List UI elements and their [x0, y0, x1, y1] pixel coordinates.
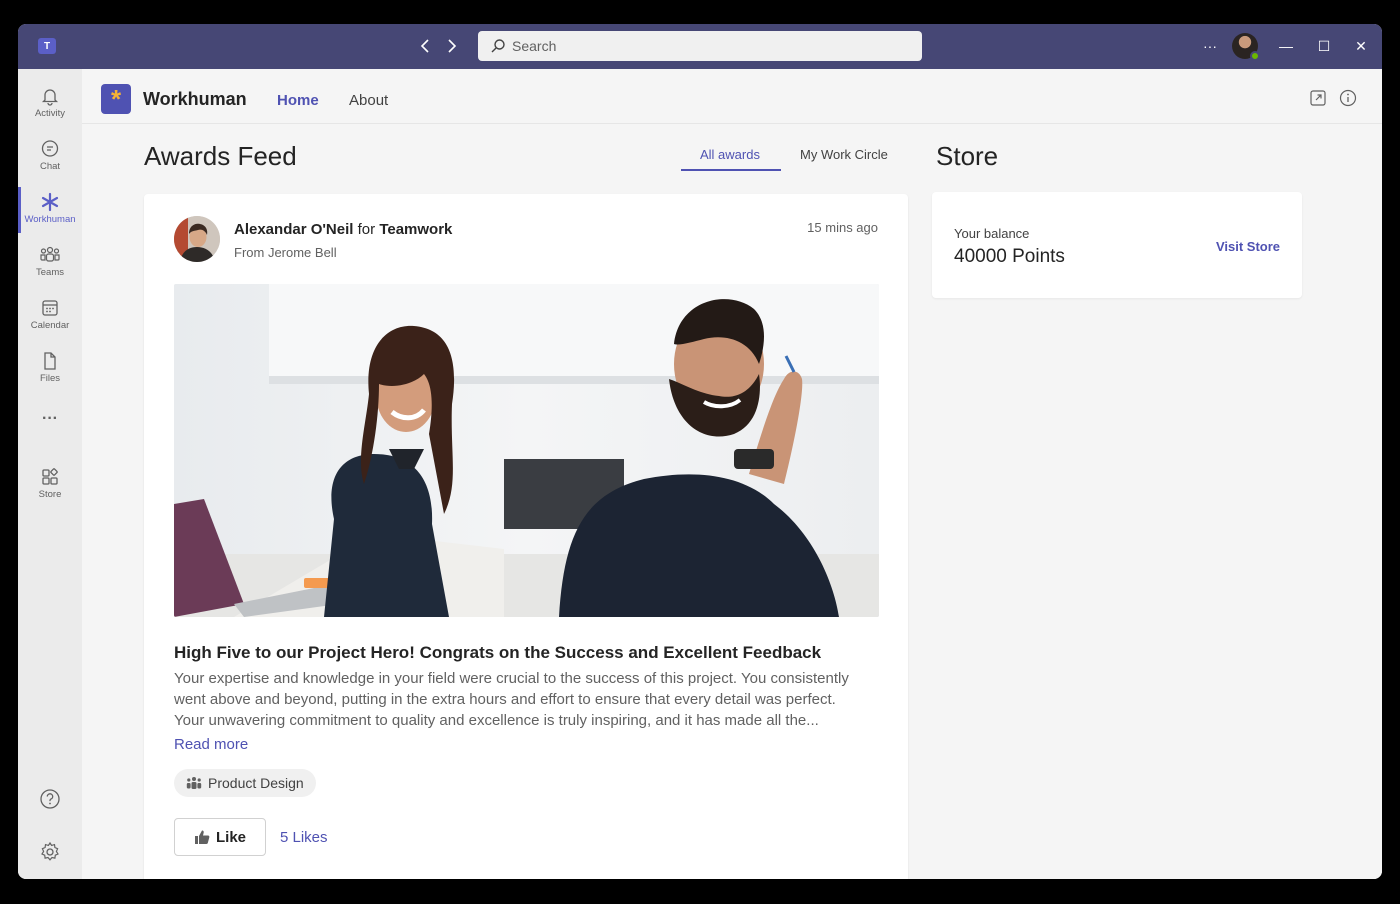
- team-icon: [186, 777, 202, 789]
- help-icon: [40, 789, 60, 809]
- search-icon: [491, 39, 505, 53]
- app-rail: Activity Chat Workhuman Teams Calendar F…: [18, 69, 82, 879]
- rail-label: Store: [38, 488, 62, 500]
- read-more-link[interactable]: Read more: [174, 736, 248, 753]
- rail-label: Activity: [34, 107, 66, 119]
- rail-label: Chat: [39, 160, 61, 172]
- active-tab-indicator: [681, 169, 781, 171]
- back-button[interactable]: [415, 36, 435, 56]
- tab-all-awards[interactable]: All awards: [700, 147, 760, 162]
- presence-available-icon: [1250, 51, 1260, 61]
- award-type: Teamwork: [379, 221, 453, 238]
- rail-item-workhuman[interactable]: Workhuman: [18, 183, 82, 233]
- rail-label: Teams: [36, 266, 64, 278]
- award-sender: From Jerome Bell: [234, 245, 337, 260]
- forward-button[interactable]: [442, 36, 462, 56]
- asterisk-icon: [41, 192, 59, 211]
- rail-item-teams[interactable]: Teams: [18, 236, 82, 286]
- title-bar: T Search ··· — ☐ ✕: [18, 24, 1382, 69]
- store-title: Store: [936, 141, 999, 171]
- post-body-line: Your expertise and knowledge in your fie…: [174, 670, 849, 687]
- tab-about[interactable]: About: [349, 92, 388, 109]
- like-button[interactable]: Like: [174, 818, 266, 856]
- search-placeholder: Search: [512, 38, 557, 54]
- close-button[interactable]: ✕: [1351, 36, 1371, 56]
- post-body-line: Your unwavering commitment to quality an…: [174, 712, 819, 729]
- tab-my-work-circle[interactable]: My Work Circle: [800, 147, 888, 162]
- rail-label: Calendar: [30, 319, 70, 331]
- settings-icon: [41, 841, 59, 861]
- tab-home[interactable]: Home: [277, 92, 319, 109]
- rail-item-calendar[interactable]: Calendar: [18, 289, 82, 339]
- balance-label: Your balance: [954, 226, 1030, 241]
- post-body-line: went above and beyond, putting in the ex…: [174, 691, 836, 708]
- workhuman-logo-icon: *: [101, 84, 131, 114]
- award-headline: Alexandar O'Neil for Teamwork: [234, 221, 452, 238]
- rail-more-apps-button[interactable]: ···: [18, 394, 82, 444]
- teams-window: T Search ··· — ☐ ✕ Activity Chat Workhum…: [18, 24, 1382, 879]
- tag-product-design[interactable]: Product Design: [174, 769, 316, 797]
- store-balance-card: Your balance 40000 Points Visit Store: [932, 192, 1302, 298]
- tag-label: Product Design: [208, 775, 304, 791]
- recipient-name[interactable]: Alexandar O'Neil: [234, 221, 353, 238]
- balance-value: 40000 Points: [954, 246, 1065, 267]
- profile-avatar[interactable]: [1232, 33, 1260, 61]
- maximize-button[interactable]: ☐: [1314, 36, 1334, 56]
- rail-item-store[interactable]: Store: [18, 458, 82, 508]
- settings-button[interactable]: [18, 828, 82, 878]
- recipient-photo: [174, 216, 220, 262]
- minimize-button[interactable]: —: [1276, 36, 1296, 56]
- bell-icon: [41, 88, 59, 106]
- popout-icon[interactable]: [1309, 89, 1327, 107]
- like-label: Like: [215, 828, 246, 846]
- app-name: Workhuman: [143, 89, 247, 109]
- rail-label: Files: [39, 372, 61, 384]
- info-icon[interactable]: [1339, 89, 1357, 107]
- likes-count-link[interactable]: 5 Likes: [280, 829, 328, 846]
- rail-item-files[interactable]: Files: [18, 342, 82, 392]
- award-photo: [174, 284, 879, 617]
- chat-icon: [41, 139, 59, 157]
- main-content: Awards Feed All awards My Work Circle St…: [82, 124, 1382, 879]
- chevron-left-icon: [420, 39, 429, 53]
- feed-title: Awards Feed: [144, 141, 297, 171]
- teams-logo-icon: T: [38, 38, 56, 54]
- calendar-icon: [42, 299, 58, 316]
- post-timestamp: 15 mins ago: [807, 220, 878, 235]
- chevron-right-icon: [448, 39, 457, 53]
- award-connector: for: [357, 221, 376, 238]
- teams-icon: [40, 246, 60, 262]
- office-photo: [174, 284, 879, 617]
- post-body: Your expertise and knowledge in your fie…: [174, 668, 874, 731]
- thumbs-up-icon: [194, 830, 210, 844]
- search-input[interactable]: Search: [478, 31, 922, 61]
- visit-store-link[interactable]: Visit Store: [1216, 239, 1280, 254]
- store-icon: [42, 467, 58, 485]
- app-header: * Workhuman Home About: [82, 69, 1382, 124]
- file-icon: [44, 351, 56, 370]
- award-card: Alexandar O'Neil for Teamwork From Jerom…: [144, 194, 908, 879]
- recipient-avatar[interactable]: [174, 216, 220, 262]
- more-options-button[interactable]: ···: [1200, 36, 1220, 56]
- rail-label: Workhuman: [24, 213, 76, 225]
- help-button[interactable]: [18, 775, 82, 825]
- more-icon: ···: [42, 410, 58, 427]
- post-title: High Five to our Project Hero! Congrats …: [174, 643, 822, 662]
- rail-item-chat[interactable]: Chat: [18, 130, 82, 180]
- rail-item-activity[interactable]: Activity: [18, 77, 82, 127]
